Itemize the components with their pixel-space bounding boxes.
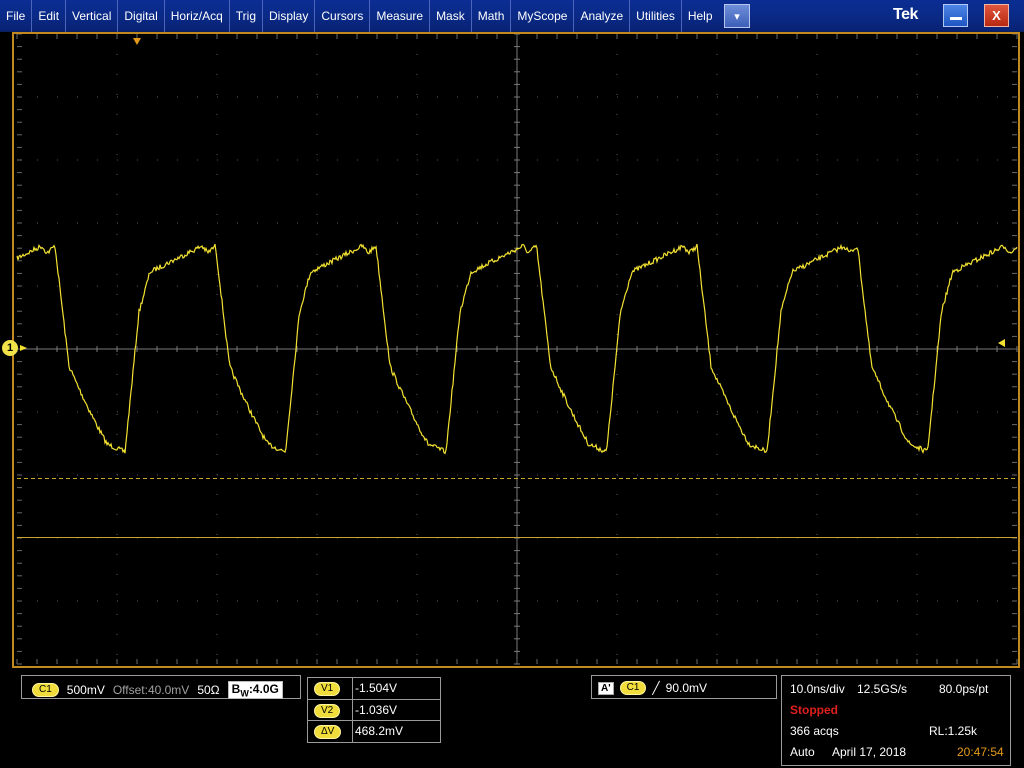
menu-item-measure[interactable]: Measure [370,0,431,32]
cursor-value: -1.036V [352,700,440,721]
cursor-row-v2: V2 -1.036V [308,699,440,721]
menu-item-horiz-acq[interactable]: Horiz/Acq [165,0,230,32]
close-button[interactable]: X [984,4,1009,27]
channel-1-offset-arrow [20,345,27,351]
menu-item-display[interactable]: Display [263,0,316,32]
trigger-position-marker [133,38,141,45]
rising-edge-icon: ╱ [652,681,660,695]
bw-value: :4.0G [248,682,279,696]
menu-item-utilities[interactable]: Utilities [630,0,682,32]
menu-item-vertical[interactable]: Vertical [66,0,119,32]
menu-item-math[interactable]: Math [472,0,512,32]
bw-sub: W [240,688,249,699]
brand-logo: Tek [893,6,918,23]
menu-bar: File Edit Vertical Digital Horiz/Acq Trig Disp… [0,0,1024,32]
menu-item-digital[interactable]: Digital [118,0,165,32]
trigger-level: 90.0mV [665,681,707,695]
cursor-row-v1: V1 -1.504V [308,678,440,699]
cursor-row-delta: ΔV 468.2mV [308,720,440,742]
channel-1-readout[interactable]: C1 500mV Offset:40.0mV 50Ω BW:4.0G [21,675,301,700]
menu-item-help[interactable]: Help [682,0,719,32]
timebase: 10.0ns/div [790,682,845,696]
cursor-label: ΔV [314,725,342,739]
time: 20:47:54 [957,745,1004,759]
menu-item-file[interactable]: File [0,0,33,32]
graticule [16,34,1018,665]
acquisition-readout[interactable]: 10.0ns/div 12.5GS/s 80.0ps/pt Stopped 36… [781,675,1011,766]
menu-dropdown-button[interactable]: ▾ [724,4,750,28]
cursor-value: 468.2mV [352,721,440,742]
trigger-level-marker [998,339,1005,347]
cursor-value: -1.504V [352,678,440,699]
channel-badge: C1 [32,683,59,698]
trigger-source: C1 [619,681,647,695]
bw-prefix: B [231,682,241,696]
menu-item-edit[interactable]: Edit [32,0,67,32]
close-icon: X [992,8,1001,23]
input-impedance: 50Ω [197,683,220,698]
menu-item-analyze[interactable]: Analyze [574,0,631,32]
cursor-label: V1 [314,682,341,696]
menu-item-trig[interactable]: Trig [230,0,263,32]
channel-1-ground-marker[interactable]: 1 [2,340,18,356]
acquisition-state: Stopped [790,703,838,717]
menu-items: File Edit Vertical Digital Horiz/Acq Trig Disp… [0,0,719,32]
bandwidth-limit: BW:4.0G [227,681,283,700]
minimize-icon [949,17,962,20]
chevron-down-icon: ▾ [734,10,740,23]
menu-item-mask[interactable]: Mask [430,0,472,32]
date: April 17, 2018 [832,745,907,759]
menu-item-myscope[interactable]: MyScope [511,0,575,32]
trigger-readout[interactable]: A' C1 ╱ 90.0mV [591,675,777,699]
cursor-label: V2 [314,704,341,718]
trigger-mode: Auto [790,745,815,759]
vertical-scale: 500mV [66,683,105,698]
vertical-offset: Offset:40.0mV [112,683,190,698]
acquisition-count: 366 acqs [790,724,839,738]
trigger-mode-badge: A' [598,681,614,695]
minimize-button[interactable] [943,4,968,27]
menu-item-cursors[interactable]: Cursors [315,0,371,32]
resolution: 80.0ps/pt [939,682,989,696]
record-length: RL:1.25k [929,724,978,738]
sample-rate: 12.5GS/s [857,682,908,696]
cursor-readout[interactable]: V1 -1.504V V2 -1.036V ΔV 468.2mV [307,677,441,743]
waveform-display[interactable] [12,32,1020,668]
